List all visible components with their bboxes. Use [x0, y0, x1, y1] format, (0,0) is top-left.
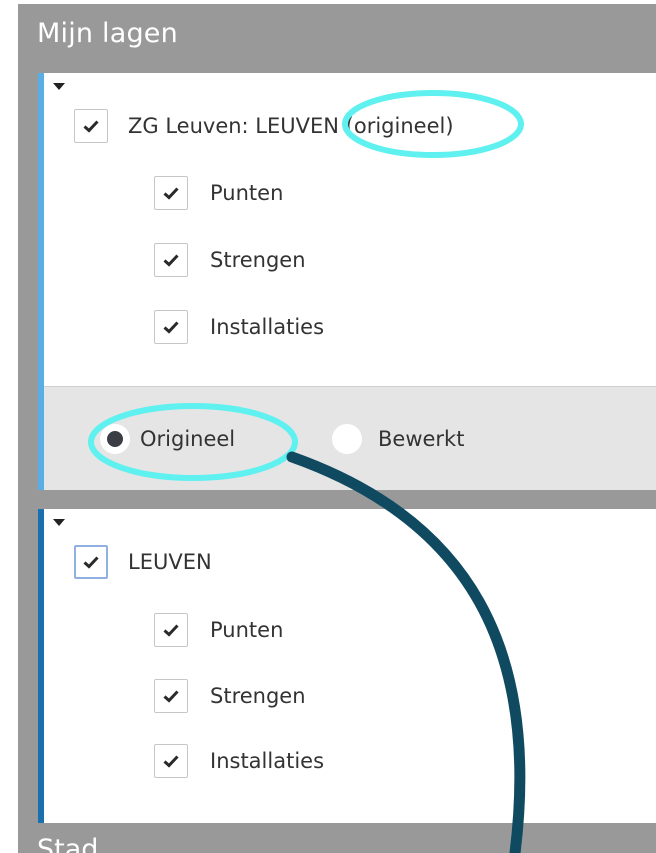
sublayer-row-strengen[interactable]: Strengen — [154, 243, 306, 277]
panel-title: Mijn lagen — [37, 18, 178, 49]
collapse-triangle-icon[interactable] — [53, 519, 65, 526]
sublayer-row-punten[interactable]: Punten — [154, 176, 283, 210]
radio-unselected[interactable] — [332, 424, 362, 454]
layer-card-leuven: LEUVEN Punten Strengen Installaties — [38, 509, 656, 823]
version-switch: Origineel Bewerkt — [44, 386, 656, 490]
radio-label: Bewerkt — [378, 427, 465, 451]
radio-dot-icon — [107, 431, 123, 447]
layer-card-zg-leuven: ZG Leuven: LEUVEN (origineel) Punten Str… — [38, 73, 656, 490]
collapse-triangle-icon[interactable] — [53, 83, 65, 90]
radio-option-bewerkt[interactable]: Bewerkt — [332, 387, 464, 491]
sublayer-row-strengen[interactable]: Strengen — [154, 679, 306, 713]
sublayer-checkbox[interactable] — [154, 679, 188, 713]
checkmark-icon — [163, 755, 179, 768]
layer-toggle-row[interactable]: ZG Leuven: LEUVEN (origineel) — [74, 109, 454, 143]
sublayer-checkbox[interactable] — [154, 310, 188, 344]
checkmark-icon — [163, 624, 179, 637]
checkmark-icon — [163, 690, 179, 703]
radio-selected[interactable] — [100, 424, 130, 454]
sublayer-row-installaties[interactable]: Installaties — [154, 310, 324, 344]
layer-toggle-row[interactable]: LEUVEN — [74, 545, 212, 579]
radio-label: Origineel — [140, 427, 236, 451]
radio-option-origineel[interactable]: Origineel — [100, 387, 235, 491]
checkmark-icon — [163, 254, 179, 267]
layer-checkbox[interactable] — [74, 545, 108, 579]
sublayer-label: Strengen — [210, 684, 306, 708]
next-section-title: Stad — [37, 834, 99, 853]
sublayer-checkbox[interactable] — [154, 744, 188, 778]
checkmark-icon — [83, 556, 99, 569]
my-layers-panel: Mijn lagen ZG Leuven: LEUVEN (origineel)… — [18, 4, 656, 853]
checkmark-icon — [163, 321, 179, 334]
sublayer-label: Installaties — [210, 315, 325, 339]
layer-title: LEUVEN — [128, 550, 212, 574]
sublayer-label: Installaties — [210, 749, 325, 773]
checkmark-icon — [163, 187, 179, 200]
layer-title: ZG Leuven: LEUVEN (origineel) — [128, 114, 454, 138]
checkmark-icon — [83, 120, 99, 133]
sublayer-row-punten[interactable]: Punten — [154, 613, 283, 647]
sublayer-checkbox[interactable] — [154, 176, 188, 210]
sublayer-label: Punten — [210, 181, 284, 205]
sublayer-checkbox[interactable] — [154, 243, 188, 277]
sublayer-label: Strengen — [210, 248, 306, 272]
sublayer-checkbox[interactable] — [154, 613, 188, 647]
sublayer-label: Punten — [210, 618, 284, 642]
sublayer-row-installaties[interactable]: Installaties — [154, 744, 324, 778]
layer-checkbox[interactable] — [74, 109, 108, 143]
